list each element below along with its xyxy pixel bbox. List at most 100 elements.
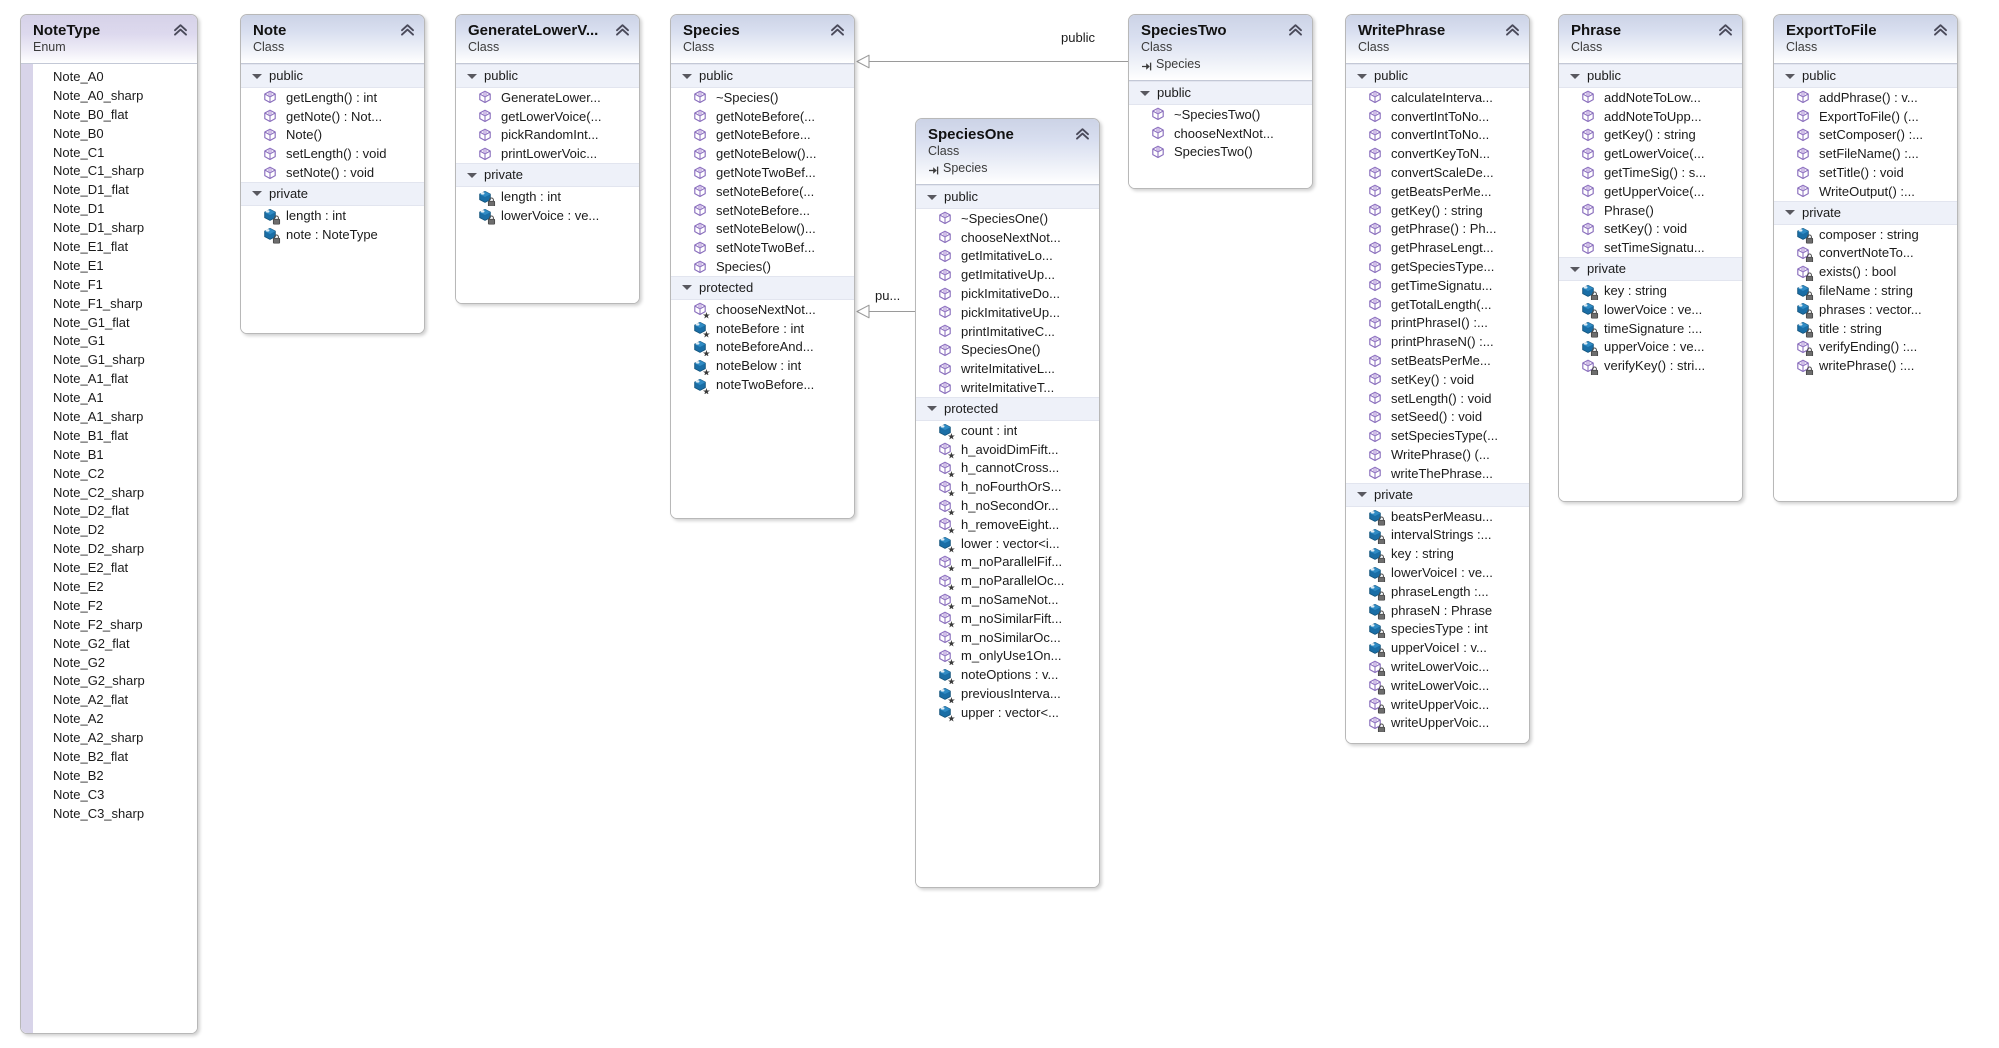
chevron-up-icon[interactable]	[830, 23, 845, 38]
enum-value[interactable]: Note_A1	[33, 388, 197, 407]
class-member[interactable]: getImitativeLo...	[916, 247, 1099, 266]
class-member[interactable]: ★ noteTwoBefore...	[671, 375, 854, 394]
class-member[interactable]: getKey() : string	[1559, 126, 1742, 145]
class-member[interactable]: exists() : bool	[1774, 262, 1957, 282]
class-member[interactable]: printPhraseN() :...	[1346, 332, 1529, 351]
class-member[interactable]: convertIntToNo...	[1346, 107, 1529, 126]
chevron-up-icon[interactable]	[1288, 23, 1303, 38]
class-member[interactable]: getBeatsPerMe...	[1346, 182, 1529, 201]
class-member[interactable]: writeUpperVoic...	[1346, 714, 1529, 733]
class-member[interactable]: ★ noteBeforeAnd...	[671, 338, 854, 356]
class-member[interactable]: setFileName() :...	[1774, 144, 1957, 163]
class-member[interactable]: setLength() : void	[1346, 389, 1529, 408]
class-member[interactable]: ~Species()	[671, 88, 854, 107]
class-member[interactable]: setSpeciesType(...	[1346, 426, 1529, 445]
enum-value[interactable]: Note_F1	[33, 275, 197, 294]
enum-value[interactable]: Note_A2_flat	[33, 690, 197, 709]
enum-value[interactable]: Note_A2	[33, 709, 197, 728]
class-member[interactable]: getUpperVoice(...	[1559, 182, 1742, 201]
class-member[interactable]: setBeatsPerMe...	[1346, 351, 1529, 370]
class-member[interactable]: lowerVoice : ve...	[456, 206, 639, 225]
class-member[interactable]: ★ m_noSameNot...	[916, 590, 1099, 609]
class-member[interactable]: convertIntToNo...	[1346, 126, 1529, 145]
section-header-public[interactable]: public	[1346, 64, 1529, 88]
section-header-protected[interactable]: protected	[671, 275, 854, 300]
class-member[interactable]: ~SpeciesOne()	[916, 209, 1099, 228]
enum-value[interactable]: Note_A0_sharp	[33, 86, 197, 105]
enum-value[interactable]: Note_G2_flat	[33, 634, 197, 653]
enum-value[interactable]: Note_F1_sharp	[33, 294, 197, 313]
enum-value[interactable]: Note_E2_flat	[33, 558, 197, 577]
enum-value[interactable]: Note_C2	[33, 464, 197, 483]
class-member[interactable]: writeThePhrase...	[1346, 464, 1529, 483]
class-member[interactable]: WriteOutput() :...	[1774, 182, 1957, 201]
class-member[interactable]: ★ noteBelow : int	[671, 356, 854, 375]
class-member[interactable]: getImitativeUp...	[916, 265, 1099, 284]
class-member[interactable]: pickRandomInt...	[456, 126, 639, 145]
class-member[interactable]: addPhrase() : v...	[1774, 88, 1957, 107]
class-member[interactable]: writeLowerVoic...	[1346, 676, 1529, 695]
enum-value[interactable]: Note_G1_sharp	[33, 350, 197, 369]
chevron-up-icon[interactable]	[173, 23, 188, 38]
class-member[interactable]: setNote() : void	[241, 163, 424, 182]
class-member[interactable]: phrases : vector...	[1774, 300, 1957, 319]
uml-class-box-note[interactable]: Note Class public getLength() : int getNote(…	[240, 14, 425, 334]
enum-value[interactable]: Note_G2	[33, 653, 197, 672]
class-member[interactable]: ★ m_noParallelOc...	[916, 571, 1099, 590]
class-member[interactable]: getNoteBelow()...	[671, 144, 854, 163]
enum-value[interactable]: Note_C1_sharp	[33, 161, 197, 180]
class-member[interactable]: setNoteTwoBef...	[671, 238, 854, 257]
class-member[interactable]: ★ noteBefore : int	[671, 319, 854, 338]
class-member[interactable]: setTimeSignatu...	[1559, 238, 1742, 257]
class-member[interactable]: writeLowerVoic...	[1346, 657, 1529, 676]
enum-value[interactable]: Note_E1	[33, 256, 197, 275]
class-member[interactable]: convertKeyToN...	[1346, 144, 1529, 163]
class-member[interactable]: writeImitativeT...	[916, 378, 1099, 397]
enum-value[interactable]: Note_A2_sharp	[33, 728, 197, 747]
class-member[interactable]: verifyEnding() :...	[1774, 338, 1957, 357]
section-header-private[interactable]: private	[1346, 482, 1529, 507]
enum-value[interactable]: Note_C2_sharp	[33, 483, 197, 502]
uml-class-box-species[interactable]: Species Class public ~Species() getNoteBefor…	[670, 14, 855, 519]
class-member[interactable]: ★ h_noFourthOrS...	[916, 477, 1099, 496]
enum-value[interactable]: Note_G2_sharp	[33, 672, 197, 691]
enum-value[interactable]: Note_B2_flat	[33, 747, 197, 766]
class-member[interactable]: setNoteBelow()...	[671, 220, 854, 239]
class-member[interactable]: lowerVoiceI : ve...	[1346, 563, 1529, 582]
class-member[interactable]: ★ m_noSimilarFift...	[916, 609, 1099, 628]
class-member[interactable]: ★ h_noSecondOr...	[916, 496, 1099, 515]
class-member[interactable]: ★ previousInterva...	[916, 684, 1099, 703]
class-member[interactable]: phraseN : Phrase	[1346, 601, 1529, 620]
enum-value[interactable]: Note_D1_flat	[33, 180, 197, 199]
class-member[interactable]: getNoteBefore...	[671, 126, 854, 145]
class-member[interactable]: getTotalLength(...	[1346, 295, 1529, 314]
section-header-public[interactable]: public	[671, 64, 854, 88]
class-member[interactable]: intervalStrings :...	[1346, 526, 1529, 545]
class-member[interactable]: getLength() : int	[241, 88, 424, 107]
section-header-public[interactable]: public	[456, 64, 639, 88]
chevron-up-icon[interactable]	[1933, 23, 1948, 38]
class-member[interactable]: getTimeSig() : s...	[1559, 163, 1742, 182]
uml-class-box-generatelowervoice[interactable]: GenerateLowerV... Class public GenerateLowe…	[455, 14, 640, 304]
class-member[interactable]: setSeed() : void	[1346, 408, 1529, 427]
class-member[interactable]: ExportToFile() (...	[1774, 107, 1957, 126]
section-header-public[interactable]: public	[1774, 64, 1957, 88]
enum-value[interactable]: Note_E1_flat	[33, 237, 197, 256]
section-header-public[interactable]: public	[916, 185, 1099, 209]
class-member[interactable]: getTimeSignatu...	[1346, 276, 1529, 295]
class-member[interactable]: printImitativeC...	[916, 322, 1099, 341]
class-member[interactable]: phraseLength :...	[1346, 582, 1529, 601]
class-member[interactable]: setLength() : void	[241, 144, 424, 163]
uml-class-box-exporttofile[interactable]: ExportToFile Class public addPhrase() : v..…	[1773, 14, 1958, 502]
enum-value[interactable]: Note_C3	[33, 785, 197, 804]
class-member[interactable]: speciesType : int	[1346, 620, 1529, 639]
class-member[interactable]: Species()	[671, 257, 854, 276]
section-header-public[interactable]: public	[1559, 64, 1742, 88]
enum-value[interactable]: Note_D1	[33, 199, 197, 218]
class-member[interactable]: addNoteToUpp...	[1559, 107, 1742, 126]
enum-value[interactable]: Note_B1_flat	[33, 426, 197, 445]
section-header-private[interactable]: private	[1559, 257, 1742, 282]
chevron-up-icon[interactable]	[615, 23, 630, 38]
uml-class-box-speciesone[interactable]: SpeciesOne Class Species public ~SpeciesOne(…	[915, 118, 1100, 888]
class-member[interactable]: note : NoteType	[241, 225, 424, 244]
